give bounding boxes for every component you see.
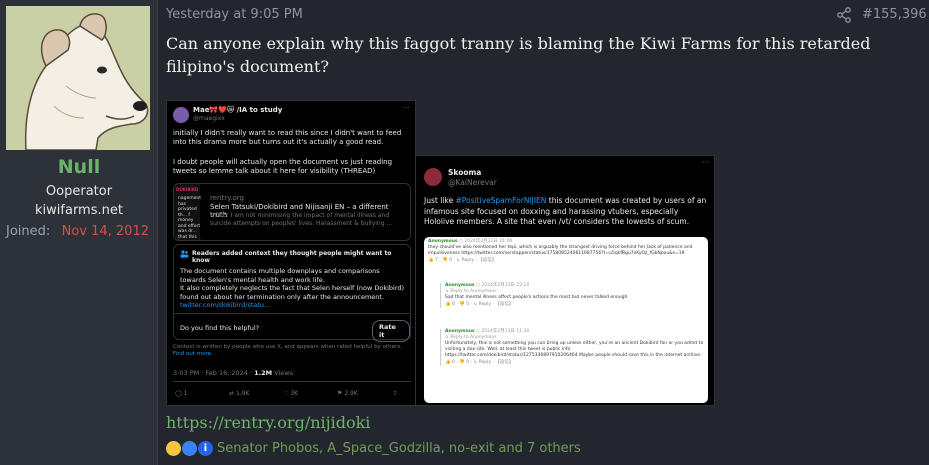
more-icon[interactable]: ···: [403, 104, 410, 112]
views-icon[interactable]: ⇪: [393, 390, 398, 397]
comment-3-author: Anonymous: [445, 329, 475, 334]
note-footer-link[interactable]: Find out more.: [173, 351, 213, 357]
comment-2-author: Anonymous: [445, 283, 475, 288]
retweet-count: 1.9K: [235, 390, 250, 397]
comment-1-body: they should've also mentioned her tepi, …: [428, 245, 693, 256]
post-date[interactable]: Yesterday at 9:05 PM: [166, 7, 303, 22]
username[interactable]: Null: [0, 156, 158, 178]
tweet1-name: Mae🎀❤️😿 /IA to study: [193, 106, 283, 114]
tweet1-timestamp-row: 3:03 PM · Feb 16, 2024 · 1.2M Views: [173, 369, 293, 377]
note-footer: Context is written by people who use X, …: [173, 344, 411, 358]
dog-avatar-image: [6, 6, 150, 150]
share-icon[interactable]: [836, 7, 852, 23]
note-footer-text: Context is written by people who use X, …: [173, 344, 402, 350]
comment-2-actions: 👍 0 · 👎 0 · ↳ Reply · 【返信】: [445, 302, 514, 307]
bookmark-icon: ⚑: [337, 390, 343, 397]
user-column: Null Ooperator kiwifarms.net Joined: Nov…: [0, 0, 158, 465]
reply-icon: ◯: [175, 390, 182, 397]
post-number[interactable]: #155,396: [862, 7, 927, 22]
bookmark-count: 2.9K: [344, 390, 358, 397]
joined-date: Nov 14, 2012: [61, 224, 149, 239]
card-domain: rentry.org: [210, 194, 244, 202]
avatar[interactable]: [6, 6, 150, 150]
tweet1-views-label: Views: [274, 369, 293, 377]
reply-count: 1: [183, 390, 188, 397]
moon-reaction-icon: [166, 441, 181, 456]
tweet1-views: 1.2M: [254, 369, 273, 377]
reply-action[interactable]: ◯ 1: [175, 390, 187, 397]
comment-2-body: Sad that mental illness affect people's …: [445, 295, 629, 300]
note-divider: [174, 313, 410, 314]
people-icon: [180, 250, 189, 258]
tweet-screenshot-1[interactable]: Mae🎀❤️😿 /IA to study @maegixx ··· initia…: [166, 100, 416, 406]
bookmark-action[interactable]: ⚑ 2.9K: [337, 390, 358, 397]
tweet2-avatar: [424, 168, 442, 186]
comment-1: Anonymous ○ 2024年2月12日 21:06 they should…: [428, 239, 704, 264]
tweet2-handle: @KaiNerevar: [448, 178, 497, 187]
card-desc: NOTE: I am not minimising the impact of …: [210, 212, 393, 227]
tweet2-text: Just like #PositiveSpamForNIJIEN this do…: [424, 196, 708, 228]
comment-screenshot: Anonymous ○ 2024年2月12日 21:06 they should…: [424, 237, 708, 403]
more-icon[interactable]: ···: [702, 158, 709, 167]
like-count: 3K: [290, 390, 299, 397]
retweet-action[interactable]: ⇄ 1.9K: [229, 390, 249, 397]
tweet2-text-pre: Just like: [424, 196, 454, 205]
comment-3-meta: ○ 2024年2月13日 11:30: [476, 329, 530, 334]
like-action[interactable]: ♡ 3K: [283, 390, 298, 397]
note-link[interactable]: twitter.com/dokibird/statu...: [180, 301, 270, 309]
comment-2-meta: ○ 2024年2月13日 22:10: [476, 283, 530, 288]
tweet-screenshot-2[interactable]: Skooma @KaiNerevar ··· Just like #Positi…: [415, 155, 715, 406]
tweet2-name: Skooma: [448, 168, 482, 177]
comment-3-body: Unfortunately, this is not something you…: [445, 341, 704, 358]
thumbs-up-reaction-icon: [182, 441, 197, 456]
user-site: kiwifarms.net: [35, 203, 123, 218]
comment-1-meta: ○ 2024年2月12日 21:06: [459, 239, 513, 244]
community-note: Readers added context they thought peopl…: [173, 244, 411, 342]
reactions-text[interactable]: Senator Phobos, A_Space_Godzilla, no-exi…: [217, 441, 581, 456]
user-title: Ooperator: [45, 184, 113, 199]
tweet1-timestamp: 3:03 PM · Feb 16, 2024 ·: [173, 369, 253, 377]
joined-label: Joined:: [6, 224, 51, 239]
note-body-1: The document contains multiple downplays…: [180, 267, 380, 284]
card-thumb-text: nagement has privated th... f money and …: [178, 196, 202, 240]
comment-1-author: Anonymous: [428, 239, 458, 244]
tweet1-link-card[interactable]: DOKIBIRD nagement has privated th... f m…: [173, 183, 411, 241]
comment-1-actions: 👍 7 · 👎 0 · ↳ Reply · 【返信】: [428, 258, 497, 263]
tweet1-avatar: [173, 107, 189, 123]
note-question: Do you find this helpful?: [180, 324, 260, 332]
note-body-2: It also completely neglects the fact tha…: [180, 284, 405, 301]
like-icon: ♡: [283, 390, 289, 397]
comment-2: Anonymous ○ 2024年2月13日 22:10 ↳ Reply to …: [440, 283, 704, 308]
post-body-text: Can anyone explain why this faggot trann…: [166, 34, 871, 76]
rate-it-button[interactable]: Rate it: [372, 320, 410, 342]
tweet2-hashtag[interactable]: #PositiveSpamForNIJIEN: [455, 196, 546, 205]
info-reaction-icon: i: [198, 441, 213, 456]
rentry-link[interactable]: https://rentry.org/nijidoki: [166, 413, 370, 432]
reactions-row[interactable]: i Senator Phobos, A_Space_Godzilla, no-e…: [166, 441, 581, 456]
tweet1-para1: initially I didn't really want to read t…: [173, 129, 402, 146]
retweet-icon: ⇄: [229, 390, 235, 397]
comment-3: Anonymous ○ 2024年2月13日 11:30 ↳ Reply to …: [440, 329, 704, 366]
tweet1-divider: [173, 381, 411, 382]
tweet1-para2: I doubt people will actually open the do…: [173, 158, 393, 175]
note-header: Readers added context they thought peopl…: [192, 250, 392, 264]
comment-3-actions: 👍 0 · 👎 0 · ↳ Reply · 【返信】: [445, 360, 514, 365]
tweet1-handle: @maegixx: [193, 115, 225, 122]
